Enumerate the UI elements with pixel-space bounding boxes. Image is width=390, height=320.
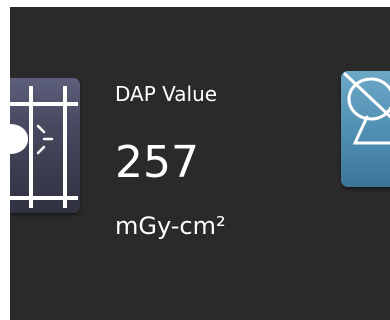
- dap-unit: mGy-cm²: [115, 212, 226, 240]
- dap-panel: DAP Value 257 mGy-cm²: [10, 7, 390, 320]
- dap-label: DAP Value: [115, 82, 218, 106]
- tube-disabled-icon: [343, 72, 390, 145]
- collimator-light-icon: [10, 86, 78, 208]
- collimator-light-button[interactable]: [10, 78, 80, 213]
- dap-value: 257: [115, 137, 199, 188]
- tube-button[interactable]: [341, 71, 390, 187]
